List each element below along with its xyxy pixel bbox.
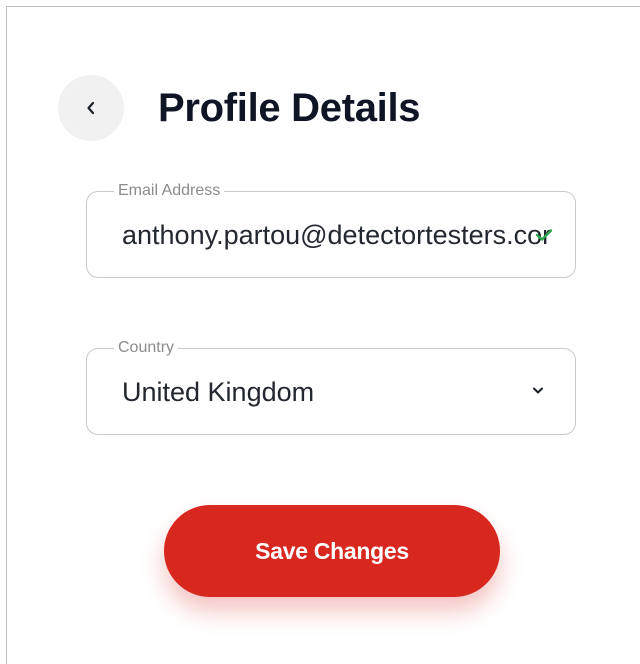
- check-icon: [535, 229, 553, 241]
- page-title: Profile Details: [158, 86, 421, 130]
- chevron-down-icon[interactable]: [531, 386, 545, 396]
- save-changes-button[interactable]: Save Changes: [164, 505, 500, 597]
- back-button[interactable]: [58, 75, 124, 141]
- chevron-left-icon: [87, 101, 95, 115]
- email-field[interactable]: Email Address anthony.partou@detectortes…: [86, 181, 576, 278]
- email-field-label: Email Address: [114, 181, 225, 201]
- profile-details-screen: Profile Details Email Address anthony.pa…: [6, 6, 640, 664]
- country-selected-value: United Kingdom: [122, 377, 315, 407]
- country-select[interactable]: Country United Kingdom: [86, 338, 576, 435]
- country-field-label: Country: [114, 338, 179, 358]
- email-input[interactable]: anthony.partou@detectortesters.cor: [122, 216, 551, 254]
